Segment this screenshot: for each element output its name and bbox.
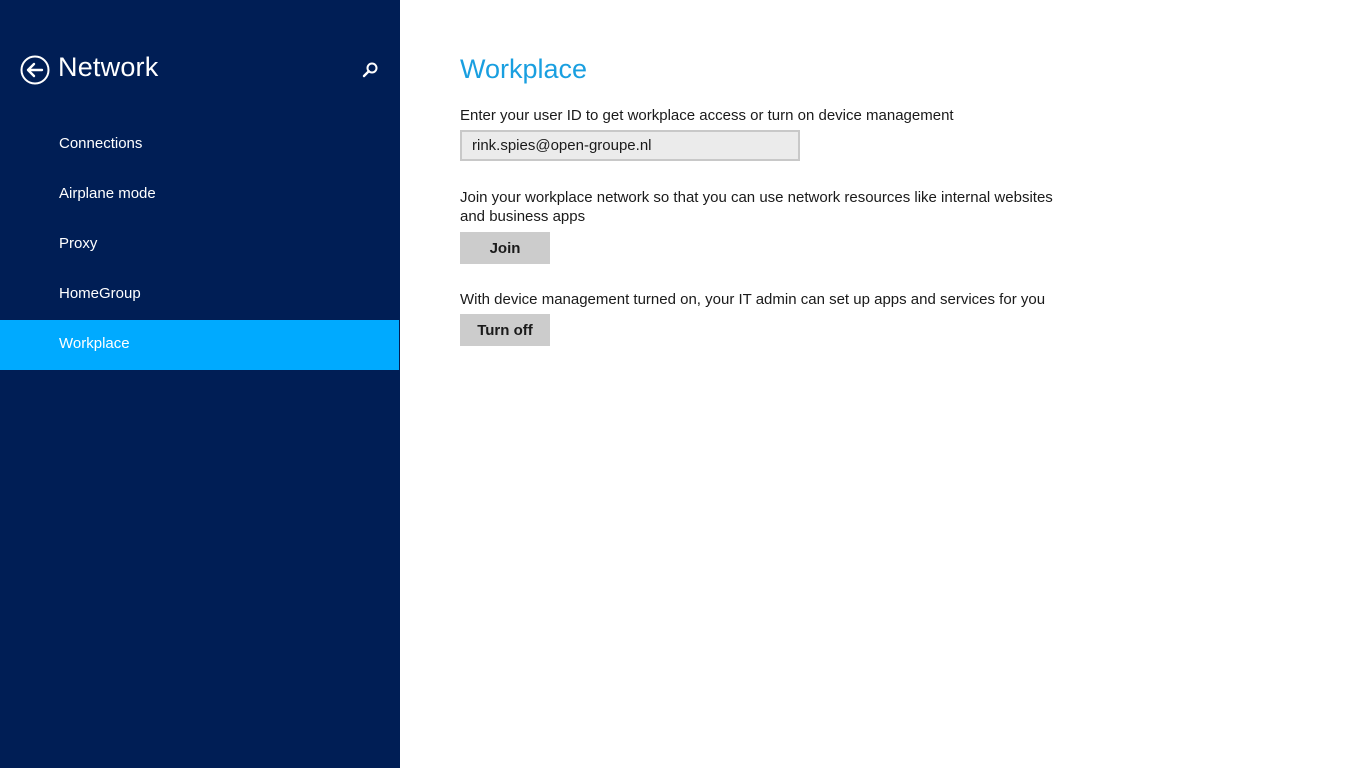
join-description: Join your workplace network so that you …: [460, 189, 1053, 225]
sidebar-item-label: HomeGroup: [59, 285, 141, 302]
turn-off-button[interactable]: Turn off: [460, 314, 550, 346]
search-button[interactable]: [360, 60, 380, 80]
sidebar-item-workplace[interactable]: Workplace: [0, 320, 399, 370]
page-title: Workplace: [460, 54, 588, 84]
sidebar-item-label: Connections: [59, 135, 143, 152]
sidebar-title: Network: [58, 52, 159, 82]
sidebar-item-proxy[interactable]: Proxy: [0, 220, 399, 270]
sidebar: Network Connections Airplane mode Proxy …: [0, 0, 400, 768]
sidebar-item-label: Workplace: [59, 335, 130, 352]
pc-settings-window: Network Connections Airplane mode Proxy …: [0, 0, 1366, 768]
device-management-description: With device management turned on, your I…: [460, 291, 1046, 308]
sidebar-item-homegroup[interactable]: HomeGroup: [0, 270, 399, 320]
sidebar-nav: Connections Airplane mode Proxy HomeGrou…: [0, 120, 400, 370]
sidebar-item-connections[interactable]: Connections: [0, 120, 399, 170]
back-button[interactable]: [20, 55, 50, 85]
main-content: Workplace Enter your user ID to get work…: [460, 0, 1320, 768]
user-id-prompt: Enter your user ID to get workplace acce…: [460, 107, 954, 124]
sidebar-item-label: Airplane mode: [59, 185, 156, 202]
sidebar-item-airplane-mode[interactable]: Airplane mode: [0, 170, 399, 220]
back-arrow-icon: [20, 55, 50, 85]
sidebar-item-label: Proxy: [59, 235, 98, 252]
user-id-input[interactable]: [460, 130, 800, 161]
join-button[interactable]: Join: [460, 232, 550, 264]
search-icon: [362, 62, 378, 78]
